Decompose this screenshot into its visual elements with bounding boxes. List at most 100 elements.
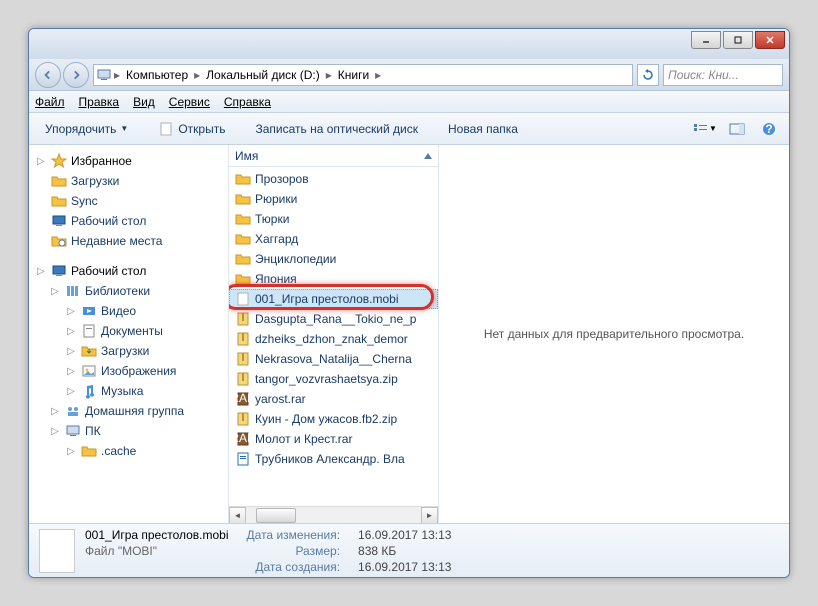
status-size-value: 838 КБ [358,544,451,558]
nav-row: ▸ Компьютер ▸ Локальный диск (D:) ▸ Книг… [29,59,789,91]
menu-help[interactable]: Справка [224,95,271,109]
menu-edit[interactable]: Правка [79,95,120,109]
organize-button[interactable]: Упорядочить ▼ [37,119,136,139]
breadcrumb-item[interactable]: Компьютер [122,66,192,84]
file-item[interactable]: tangor_vozvrashaetsya.zip [229,369,438,389]
folder-item[interactable]: Рюрики [229,189,438,209]
column-header-name[interactable]: Имя [229,145,438,167]
horizontal-scrollbar[interactable]: ◄ ► [229,506,438,523]
menu-file[interactable]: Файл [35,95,65,109]
sidebar-item-label: .cache [101,444,136,458]
sidebar-favorites[interactable]: ▷ Избранное [29,151,228,171]
burn-button[interactable]: Записать на оптический диск [247,119,426,139]
status-thumbnail [39,529,75,573]
scroll-thumb[interactable] [256,508,296,523]
sidebar-item-label: Загрузки [101,344,149,358]
sidebar-item[interactable]: ▷Библиотеки [29,281,228,301]
explorer-window: ▸ Компьютер ▸ Локальный диск (D:) ▸ Книг… [28,28,790,578]
folder-item[interactable]: Энциклопедии [229,249,438,269]
refresh-button[interactable] [637,64,659,86]
folder-item[interactable]: Тюрки [229,209,438,229]
forward-button[interactable] [63,62,89,88]
breadcrumb-item[interactable]: Книги [334,66,373,84]
chevron-icon: ▷ [51,426,61,437]
sidebar-item[interactable]: ▷ Изображения [29,361,228,381]
search-input[interactable]: Поиск: Кни... [663,64,783,86]
file-name: Dasgupta_Rana__Tokio_ne_p [255,312,416,326]
breadcrumb[interactable]: ▸ Компьютер ▸ Локальный диск (D:) ▸ Книг… [93,64,633,86]
sidebar-item[interactable]: ▷ .cache [29,441,228,461]
preview-pane-button[interactable] [725,118,749,140]
status-modified-label: Дата изменения: [247,528,341,542]
file-item[interactable]: Куин - Дом ужасов.fb2.zip [229,409,438,429]
menu-view[interactable]: Вид [133,95,155,109]
file-item[interactable]: Трубников Александр. Вла [229,449,438,469]
file-item[interactable]: 001_Игра престолов.mobi [229,289,438,309]
chevron-icon: ▷ [67,386,77,397]
sidebar-item[interactable]: ▷Загрузки [29,341,228,361]
sidebar-item[interactable]: ▷Видео [29,301,228,321]
sidebar-desktop-root[interactable]: ▷ Рабочий стол [29,261,228,281]
folder-item[interactable]: Хаггард [229,229,438,249]
file-item[interactable]: Dasgupta_Rana__Tokio_ne_p [229,309,438,329]
chevron-icon: ▷ [51,286,61,297]
view-button[interactable]: ▼ [693,118,717,140]
sidebar-item[interactable]: ▷ ПК [29,421,228,441]
breadcrumb-item[interactable]: Локальный диск (D:) [202,66,324,84]
help-button[interactable]: ? [757,118,781,140]
chevron-icon: ▷ [67,366,77,377]
folder-icon [51,173,67,189]
chevron-down-icon: ▷ [37,266,47,277]
sidebar-item-downloads[interactable]: Загрузки [29,171,228,191]
status-size-label: Размер: [247,544,341,558]
file-name: Япония [255,272,297,286]
new-folder-button[interactable]: Новая папка [440,119,526,139]
back-button[interactable] [35,62,61,88]
minimize-button[interactable] [691,31,721,49]
file-name: Трубников Александр. Вла [255,452,405,466]
chevron-icon: ▷ [67,446,77,457]
sidebar-item-sync[interactable]: Sync [29,191,228,211]
file-item[interactable]: RARМолот и Крест.rar [229,429,438,449]
folder-item[interactable]: Япония [229,269,438,289]
file-list: Прозоров Рюрики Тюрки Хаггард Энциклопедии Яп… [229,167,438,506]
status-filetype: Файл "MOBI" [85,544,229,558]
statusbar: 001_Игра престолов.mobi Дата изменения: … [29,523,789,577]
toolbar: Упорядочить ▼ Открыть Записать на оптиче… [29,113,789,145]
chevron-down-icon: ▷ [37,156,47,167]
sidebar-item-label: Изображения [101,364,176,378]
file-name: yarost.rar [255,392,306,406]
star-icon [51,153,67,169]
maximize-button[interactable] [723,31,753,49]
recent-icon [51,233,67,249]
sidebar-label: Рабочий стол [71,264,146,278]
sidebar-item-desktop[interactable]: Рабочий стол [29,211,228,231]
close-button[interactable] [755,31,785,49]
sidebar-item[interactable]: ▷ Музыка [29,381,228,401]
file-item[interactable]: dzheiks_dzhon_znak_demor [229,329,438,349]
file-name: Тюрки [255,212,289,226]
preview-empty-text: Нет данных для предварительного просмотр… [484,327,744,341]
file-name: Хаггард [255,232,298,246]
desktop-icon [51,263,67,279]
svg-text:RAR: RAR [235,391,251,405]
sidebar-item[interactable]: ▷Документы [29,321,228,341]
file-item[interactable]: Nekrasova_Natalija__Cherna [229,349,438,369]
sidebar-item-label: Музыка [101,384,143,398]
open-button[interactable]: Открыть [150,118,233,140]
svg-text:RAR: RAR [235,431,251,445]
file-name: Рюрики [255,192,297,206]
sidebar: ▷ Избранное Загрузки Sync Рабочий стол Н… [29,145,229,523]
status-created-label: Дата создания: [247,560,341,574]
folder-item[interactable]: Прозоров [229,169,438,189]
sidebar-item-label: ПК [85,424,101,438]
sidebar-item-recent[interactable]: Недавние места [29,231,228,251]
menu-tools[interactable]: Сервис [169,95,210,109]
file-item[interactable]: RAR yarost.rar [229,389,438,409]
sidebar-item-label: Видео [101,304,136,318]
status-modified-value: 16.09.2017 13:13 [358,528,451,542]
scroll-left-button[interactable]: ◄ [229,507,246,524]
sidebar-item[interactable]: ▷Домашняя группа [29,401,228,421]
scroll-right-button[interactable]: ► [421,507,438,524]
computer-icon [96,67,112,83]
